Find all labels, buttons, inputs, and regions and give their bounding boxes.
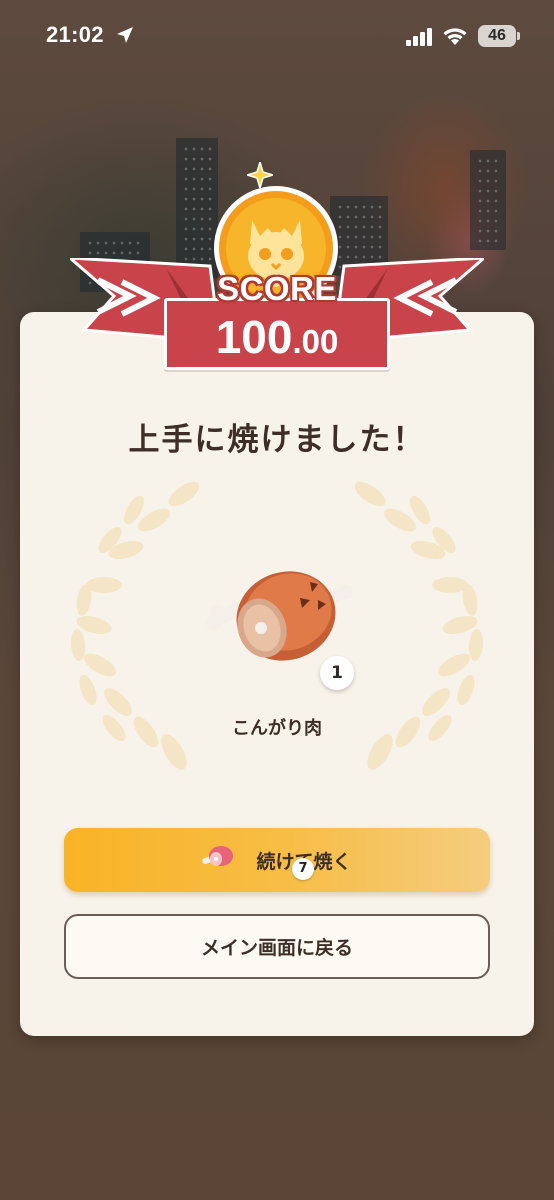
score-label: SCORE (217, 270, 337, 307)
battery-indicator: 46 (478, 25, 520, 47)
location-arrow-icon (117, 27, 133, 43)
wifi-icon (443, 28, 467, 45)
continue-grilling-button[interactable]: 7 続けて焼く (64, 828, 490, 892)
back-to-main-label: メイン画面に戻る (200, 937, 353, 959)
status-time: 21:02 (46, 22, 104, 47)
score-decimal: .00 (292, 323, 339, 360)
result-headline: 上手に焼けました！ (128, 422, 426, 458)
score-value: 100.00 (164, 310, 390, 364)
background-building (470, 150, 506, 250)
grilled-meat-icon (206, 571, 353, 661)
raw-meat-icon (202, 846, 234, 866)
cost-badge: 7 (292, 858, 314, 880)
item-name: こんがり肉 (232, 718, 322, 739)
item-quantity-badge: 1 (320, 656, 354, 690)
back-to-main-button[interactable]: メイン画面に戻る (64, 914, 490, 979)
score-integer: 100 (215, 311, 293, 363)
cellular-signal-icon (406, 28, 432, 46)
status-bar: 21:02 46 (0, 0, 554, 74)
